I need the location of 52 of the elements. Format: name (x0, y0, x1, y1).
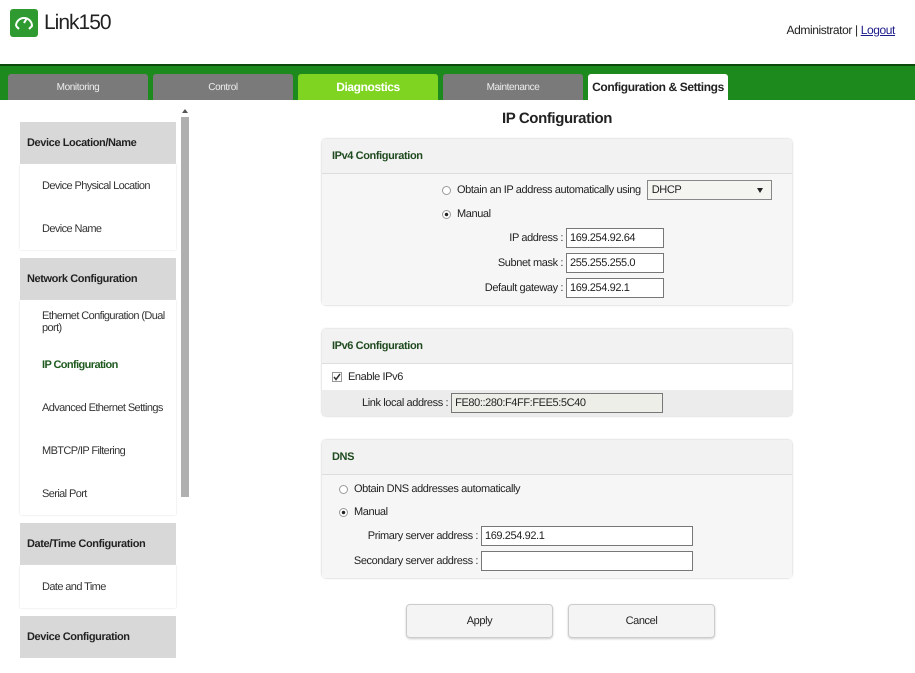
nav-tab[interactable]: Control (153, 74, 293, 100)
sidebar-item[interactable]: Advanced Ethernet Settings (20, 386, 176, 429)
sidebar-item[interactable]: Serial Port (20, 472, 176, 515)
radio-label: Obtain DNS addresses automatically (354, 483, 520, 495)
product-name: Link150 (44, 11, 111, 35)
sidebar-group-header[interactable]: Date/Time Configuration (20, 523, 176, 565)
scroll-up-icon[interactable] (180, 108, 188, 114)
sidebar-group-header[interactable]: Device Location/Name (20, 122, 176, 164)
sidebar-item[interactable]: Device Name (20, 207, 176, 250)
scroll-thumb[interactable] (180, 117, 188, 497)
radio-button[interactable] (339, 484, 348, 494)
sidebar-group-header[interactable]: Device Configuration (20, 616, 176, 658)
input-field[interactable]: 169.254.92.1 (481, 526, 693, 546)
input-field[interactable]: 169.254.92.64 (566, 228, 664, 248)
panel-title: IPv6 Configuration (332, 340, 423, 352)
sidebar-item[interactable]: MBTCP/IP Filtering (20, 429, 176, 472)
field-label: Primary server address : (366, 530, 478, 542)
field-label: IP address : (508, 232, 563, 244)
radio-button[interactable] (442, 210, 451, 218)
input-field[interactable]: 255.255.255.0 (566, 253, 664, 273)
sidebar-item[interactable]: Date and Time (20, 565, 176, 608)
panel-title: DNS (332, 451, 354, 463)
radio-label: Obtain an IP address automatically using (457, 184, 641, 196)
sidebar-item[interactable]: Device Physical Location (20, 164, 176, 207)
checkbox-label: Enable IPv6 (348, 371, 403, 383)
radio-button[interactable] (339, 508, 348, 516)
protocol-dropdown[interactable]: DHCP (646, 180, 772, 200)
nav-tab[interactable]: Maintenance (443, 74, 583, 100)
page-title: IP Configuration (501, 109, 613, 129)
input-field[interactable] (481, 551, 693, 571)
form-button[interactable]: Cancel (568, 604, 715, 638)
logo-icon (10, 9, 38, 37)
panel-title: IPv4 Configuration (332, 150, 423, 162)
nav-tab[interactable]: Configuration & Settings (588, 74, 728, 100)
nav-tab[interactable]: Monitoring (8, 74, 148, 100)
dropdown-arrow-icon (756, 188, 763, 192)
logout-link[interactable]: Logout (860, 23, 895, 37)
sidebar-item[interactable]: IP Configuration (20, 343, 176, 386)
field-label: Secondary server address : (352, 555, 478, 567)
input-field[interactable]: 169.254.92.1 (566, 278, 664, 298)
sidebar-item[interactable]: Ethernet Configuration (Dual port) (20, 300, 176, 343)
separator: | (854, 23, 858, 37)
form-button[interactable]: Apply (406, 604, 553, 638)
checkbox[interactable] (332, 372, 342, 382)
radio-label: Manual (457, 208, 491, 220)
field-label: Default gateway : (484, 282, 563, 294)
radio-button[interactable] (442, 186, 451, 194)
user-name: Administrator (786, 23, 852, 37)
radio-label: Manual (354, 506, 388, 518)
sidebar-group-header[interactable]: Network Configuration (20, 258, 176, 300)
field-label: Subnet mask : (496, 257, 563, 269)
field-label: Link local address : (362, 397, 448, 409)
